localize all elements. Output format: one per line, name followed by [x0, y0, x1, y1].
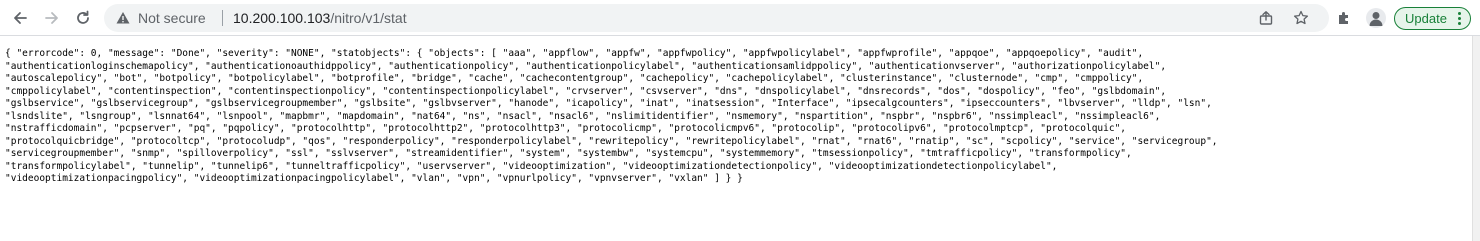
browser-toolbar: Not secure 10.200.100.103/nitro/v1/stat …: [0, 0, 1480, 36]
update-label: Update: [1405, 10, 1447, 26]
reload-button[interactable]: [71, 6, 95, 30]
kebab-menu-icon[interactable]: [1458, 12, 1461, 27]
forward-button[interactable]: [40, 6, 64, 30]
json-line: "protocolquicbridge", "protocoltcp", "pr…: [5, 135, 1218, 147]
json-line: "nstrafficdomain", "pcpserver", "pq", "p…: [5, 123, 1127, 134]
json-line: { "errorcode": 0, "message": "Done", "se…: [5, 48, 1144, 59]
arrow-left-icon: [14, 12, 27, 24]
json-response: { "errorcode": 0, "message": "Done", "se…: [5, 48, 1473, 186]
url-path: /nitro/v1/stat: [330, 10, 407, 26]
json-line: "transformpolicylabel", "tunnelip", "tun…: [5, 160, 1058, 172]
json-line: "authenticationloginschemapolicy", "auth…: [5, 60, 1167, 72]
json-line: "autoscalepolicy", "bot", "botpolicy", "…: [5, 73, 1144, 84]
json-line: "gslbservice", "gslbservicegroup", "gslb…: [5, 98, 1212, 109]
url-host: 10.200.100.103: [233, 10, 331, 26]
json-line: "cmppolicylabel", "contentinspection", "…: [5, 85, 1167, 97]
json-line: "lsndslite", "lsngroup", "lsnnat64", "ls…: [5, 110, 1161, 122]
share-icon: [1259, 11, 1273, 25]
avatar-icon: [1369, 12, 1383, 26]
warning-triangle-icon[interactable]: [116, 11, 130, 25]
address-bar[interactable]: Not secure 10.200.100.103/nitro/v1/stat: [104, 4, 1329, 32]
page-content: { "errorcode": 0, "message": "Done", "se…: [5, 48, 1473, 186]
puzzle-icon: [1339, 12, 1348, 24]
json-line: "videooptimizationpacingpolicy", "videoo…: [5, 173, 743, 184]
profile-button[interactable]: [1366, 8, 1386, 28]
back-button[interactable]: [8, 6, 32, 30]
reload-icon: [77, 10, 89, 24]
update-button[interactable]: Update: [1394, 7, 1471, 30]
vertical-scrollbar[interactable]: [1472, 36, 1480, 241]
extensions-button[interactable]: [1335, 9, 1353, 27]
arrow-right-icon: [45, 12, 58, 24]
json-line: "servicegroupmember", "snmp", "spillover…: [5, 148, 1132, 159]
share-button[interactable]: [1257, 9, 1275, 27]
star-icon: [1293, 10, 1309, 25]
bookmark-button[interactable]: [1292, 9, 1310, 27]
address-separator: [222, 10, 223, 26]
security-label[interactable]: Not secure: [138, 10, 206, 26]
url-text[interactable]: 10.200.100.103/nitro/v1/stat: [233, 10, 407, 26]
